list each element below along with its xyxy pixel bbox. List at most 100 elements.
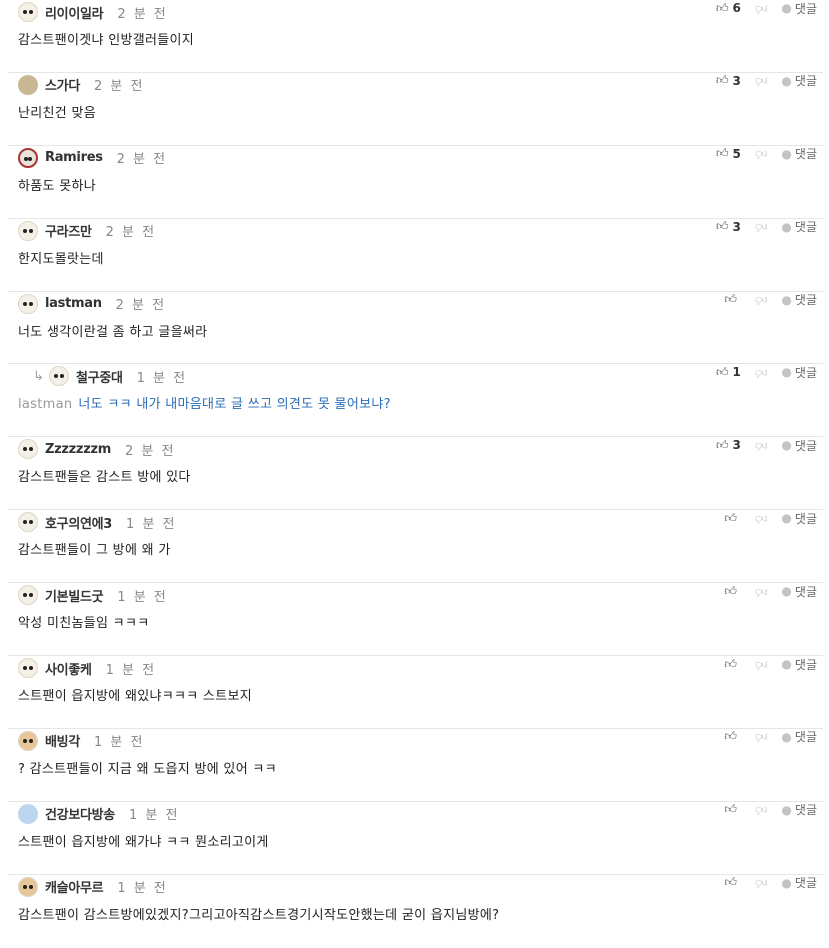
reply-button[interactable]: ● 댓글 (781, 728, 817, 745)
like-count: 3 (732, 219, 741, 234)
timestamp: 1 분 전 (93, 735, 145, 751)
like-button[interactable]: 👍︎ (724, 802, 741, 817)
speech-bubble-icon: ● (781, 802, 792, 817)
dislike-button[interactable]: 👍︎ (755, 729, 768, 744)
avatar[interactable] (18, 585, 38, 606)
nickname[interactable]: 사이좋케 (45, 659, 92, 678)
dislike-button[interactable]: 👍︎ (755, 219, 768, 234)
reply-button[interactable]: ● 댓글 (781, 583, 817, 600)
dislike-button[interactable]: 👍︎ (755, 1, 768, 16)
reply-label: 댓글 (794, 657, 817, 672)
reply-button[interactable]: ● 댓글 (781, 656, 817, 673)
thumb-down-icon: 👍︎ (754, 730, 768, 745)
comment-item: 건강보다방송 1 분 전 스트팬이 읍지방에 왜가냐 ㅋㅋ 뭔소리고이게 👍︎ … (8, 802, 823, 875)
comment-actions: 👍︎ 👍︎ ● 댓글 (710, 656, 817, 672)
nickname[interactable]: 호구의연에3 (45, 513, 112, 532)
reply-button[interactable]: ● 댓글 (781, 0, 817, 17)
comment-header: 사이좋케 1 분 전 (18, 658, 156, 679)
like-button[interactable]: 👍︎ (724, 729, 741, 744)
mention[interactable]: lastman (18, 397, 72, 412)
avatar[interactable] (18, 803, 38, 824)
avatar[interactable] (18, 74, 38, 95)
like-button[interactable]: 👍︎ (724, 292, 741, 307)
avatar[interactable] (18, 876, 38, 897)
comment-header: 기본빌드굿 1 분 전 (18, 585, 168, 606)
nickname[interactable]: Zzzzzzzm (45, 442, 111, 457)
nickname[interactable]: lastman (45, 296, 102, 311)
thumb-down-icon: 👍︎ (754, 584, 768, 599)
dislike-button[interactable]: 👍︎ (755, 875, 768, 890)
avatar[interactable] (18, 658, 38, 679)
comment-header: 호구의연에3 1 분 전 (18, 512, 177, 533)
comment-header: 구라즈만 2 분 전 (18, 220, 156, 241)
reply-button[interactable]: ● 댓글 (781, 364, 817, 381)
dislike-button[interactable]: 👍︎ (755, 365, 768, 380)
dislike-button[interactable]: 👍︎ (755, 438, 768, 453)
comment-text: 감스트팬들은 감스트 방에 있다 (18, 466, 191, 485)
like-count: 3 (732, 73, 741, 88)
like-button[interactable]: 👍︎ 1 (716, 365, 741, 380)
comment-text: 난리친건 맞음 (18, 102, 96, 121)
dislike-button[interactable]: 👍︎ (755, 657, 768, 672)
reply-button[interactable]: ● 댓글 (781, 437, 817, 454)
speech-bubble-icon: ● (781, 438, 792, 453)
comment-item: 구라즈만 2 분 전 한지도몰랏는데 👍︎ 3 👍︎ ● 댓글 (8, 219, 823, 292)
like-button[interactable]: 👍︎ (724, 657, 741, 672)
reply-button[interactable]: ● 댓글 (781, 145, 817, 162)
like-button[interactable]: 👍︎ 5 (716, 146, 741, 161)
dislike-button[interactable]: 👍︎ (755, 146, 768, 161)
comment-header: 캐슬아무르 1 분 전 (18, 876, 168, 897)
avatar[interactable] (18, 439, 38, 460)
avatar[interactable] (18, 512, 38, 533)
reply-button[interactable]: ● 댓글 (781, 510, 817, 527)
comment-text: 감스트팬이 감스트방에있겠지?그리고아직감스트경기시작도안했는데 굳이 읍지님방… (18, 904, 499, 923)
reply-button[interactable]: ● 댓글 (781, 72, 817, 89)
thumb-up-icon: 👍︎ (724, 583, 737, 598)
nickname[interactable]: 배빙각 (45, 731, 80, 750)
nickname[interactable]: 건강보다방송 (45, 804, 115, 823)
nickname[interactable]: 철구중대 (76, 367, 123, 386)
reply-button[interactable]: ● 댓글 (781, 218, 817, 235)
like-button[interactable]: 👍︎ (724, 584, 741, 599)
timestamp: 1 분 전 (136, 370, 188, 386)
avatar[interactable] (18, 293, 38, 314)
avatar[interactable] (49, 366, 69, 387)
like-button[interactable]: 👍︎ 6 (716, 1, 741, 16)
thumb-up-icon: 👍︎ (715, 0, 729, 15)
nickname[interactable]: Ramires (45, 150, 103, 165)
comment-actions: 👍︎ 3 👍︎ ● 댓글 (702, 219, 817, 235)
comment-item: Ramires 2 분 전 하품도 못하나 👍︎ 5 👍︎ ● 댓글 (8, 146, 823, 219)
reply-button[interactable]: ● 댓글 (781, 801, 817, 818)
avatar[interactable] (18, 220, 38, 241)
reply-arrow-icon: ↳ (33, 368, 44, 384)
like-button[interactable]: 👍︎ 3 (716, 438, 741, 453)
nickname[interactable]: 스가다 (45, 75, 80, 94)
reply-text: 너도 ㅋㅋ 내가 내마음대로 글 쓰고 의견도 못 물어보냐? (78, 397, 391, 413)
like-button[interactable]: 👍︎ 3 (716, 73, 741, 88)
avatar[interactable] (18, 2, 38, 22)
dislike-button[interactable]: 👍︎ (755, 511, 768, 526)
nickname[interactable]: 구라즈만 (45, 221, 92, 240)
reply-button[interactable]: ● 댓글 (781, 291, 817, 308)
comment-body: 너도 생각이란걸 좀 하고 글을써라 (18, 324, 208, 340)
like-button[interactable]: 👍︎ 3 (716, 219, 741, 234)
reply-button[interactable]: ● 댓글 (781, 874, 817, 891)
comment-actions: 👍︎ 👍︎ ● 댓글 (710, 510, 817, 526)
comment-body: 악성 미친놈들임 ㅋㅋㅋ (18, 616, 150, 632)
thumb-up-icon: 👍︎ (715, 437, 729, 452)
avatar[interactable] (18, 730, 38, 751)
like-count: 3 (732, 438, 741, 453)
nickname[interactable]: 캐슬아무르 (45, 877, 104, 896)
dislike-button[interactable]: 👍︎ (755, 584, 768, 599)
dislike-button[interactable]: 👍︎ (755, 73, 768, 88)
nickname[interactable]: 리이이일라 (45, 3, 104, 22)
avatar[interactable] (18, 147, 38, 168)
reply-comment: ↳ 철구중대 1 분 전 lastman 너도 ㅋㅋ 내가 내마음대로 글 쓰고 … (8, 364, 823, 438)
dislike-button[interactable]: 👍︎ (755, 292, 768, 307)
like-button[interactable]: 👍︎ (724, 511, 741, 526)
comment-item: lastman 2 분 전 너도 생각이란걸 좀 하고 글을써라 👍︎ 👍︎ ●… (8, 292, 823, 365)
nickname[interactable]: 기본빌드굿 (45, 586, 104, 605)
comment-body: 감스트팬들이 그 방에 왜 가 (18, 543, 171, 559)
dislike-button[interactable]: 👍︎ (755, 802, 768, 817)
like-button[interactable]: 👍︎ (724, 875, 741, 890)
